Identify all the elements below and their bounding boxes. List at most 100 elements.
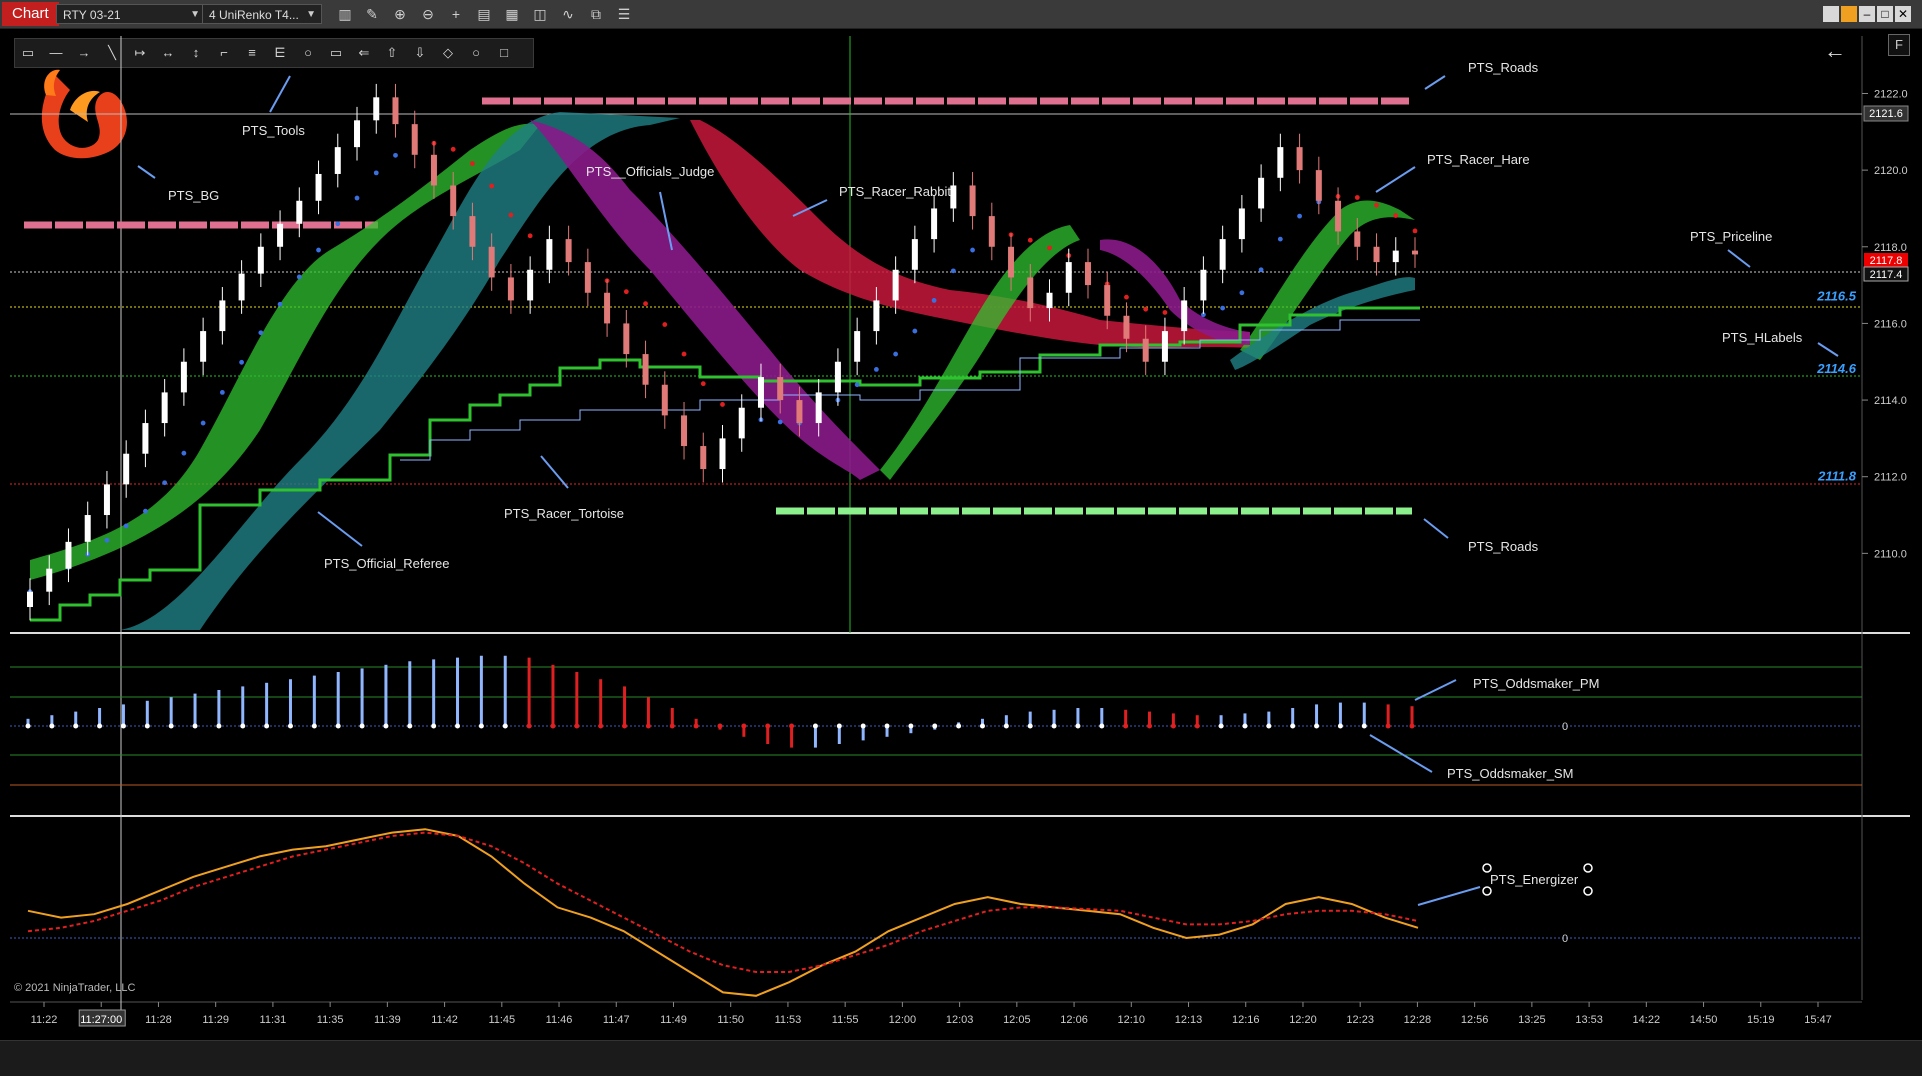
bid-price-text: 2117.4 (1870, 269, 1903, 281)
red-dot (1162, 310, 1168, 315)
label-officials-judge: PTS__Officials_Judge (586, 164, 714, 179)
time-tick-label: 14:22 (1633, 1014, 1661, 1026)
price-bar (1084, 262, 1091, 286)
arrow-energizer (1417, 886, 1481, 906)
oddsmaker-dot (264, 723, 270, 729)
price-tick-label: 2110.0 (1874, 548, 1907, 560)
oddsmaker-dot (1147, 723, 1153, 729)
arrow-racer-tortoise (540, 455, 569, 489)
price-tick-label: 2116.0 (1874, 318, 1907, 330)
oddsmaker-dot (1290, 723, 1296, 729)
oddsmaker-dot (669, 723, 675, 729)
oddsmaker-dot (192, 723, 198, 729)
oddsmaker-dot (908, 723, 914, 729)
oddsmaker-dot (812, 723, 818, 729)
time-tick-label: 11:49 (660, 1014, 687, 1026)
oddsmaker-dot (73, 723, 79, 729)
oddsmaker-dot (645, 723, 651, 729)
label-racer-rabbit: PTS_Racer_Rabbit (839, 184, 951, 199)
oddsmaker-dot (311, 723, 317, 729)
blue-dot (893, 351, 899, 357)
blue-dot (277, 301, 283, 307)
label-tools: PTS_Tools (242, 123, 305, 138)
price-bar (354, 120, 361, 148)
oddsmaker-dot (1123, 723, 1129, 729)
blue-dot (912, 328, 918, 334)
red-dot (1027, 237, 1033, 243)
blue-dot (1258, 267, 1264, 273)
price-bar (1258, 177, 1265, 209)
oddsmaker-dot (240, 723, 246, 729)
price-bar (373, 97, 380, 121)
hlabel-value: 2111.8 (1817, 468, 1857, 483)
price-bar (1412, 250, 1418, 255)
label-bg: PTS_BG (168, 188, 219, 203)
time-tick-label: 12:03 (946, 1014, 974, 1026)
price-bar (1315, 170, 1322, 201)
energizer-zero-tick: 0 (1562, 933, 1568, 945)
price-bar (623, 323, 630, 355)
time-tick-label: 12:16 (1232, 1014, 1260, 1026)
blue-dot (873, 367, 879, 372)
price-bar (161, 392, 168, 424)
last-price-text: 2117.8 (1870, 255, 1903, 267)
red-dot (700, 381, 706, 387)
price-bar (200, 331, 207, 362)
arrow-bg (137, 165, 156, 179)
label-racer-tortoise: PTS_Racer_Tortoise (504, 506, 624, 521)
time-tick-label: 12:28 (1404, 1014, 1432, 1026)
price-tick-label: 2114.0 (1874, 395, 1907, 407)
blue-dot (296, 274, 302, 280)
price-tick-label: 2118.0 (1874, 242, 1907, 254)
oddsmaker-dot (1194, 723, 1200, 729)
blue-dot (970, 247, 975, 253)
price-bar (257, 246, 264, 274)
red-dot (527, 233, 533, 239)
blue-dot (123, 523, 129, 529)
blue-dot-average (27, 152, 1322, 595)
label-oddsmaker-pm: PTS_Oddsmaker_PM (1473, 676, 1599, 691)
blue-dot (354, 195, 360, 201)
oddsmaker-dot (979, 723, 985, 729)
red-dot (1143, 306, 1149, 312)
oddsmaker-dot (1361, 723, 1367, 729)
oddsmaker-dot (765, 723, 771, 729)
price-bar (854, 331, 861, 362)
label-official-referee: PTS_Official_Referee (324, 556, 450, 571)
time-tick-label: 14:50 (1690, 1014, 1718, 1026)
blue-dot (393, 152, 398, 158)
time-tick-label: 11:47 (603, 1014, 630, 1026)
chart-canvas[interactable]: 2122.0 2120.0 2118.0 2116.0 2114.0 2112.0 2110… (0, 0, 1922, 1040)
red-dot (1393, 213, 1399, 218)
red-dot (1047, 245, 1052, 251)
blue-dot (239, 359, 244, 365)
label-hlabels: PTS_HLabels (1722, 330, 1803, 345)
price-bar (238, 273, 245, 301)
red-dot (508, 212, 514, 218)
price-bar (46, 568, 53, 592)
price-bar (507, 277, 514, 301)
oddsmaker-dot (1314, 723, 1320, 729)
red-dot (470, 161, 475, 166)
crosshair-price-text: 2121.6 (1869, 108, 1903, 120)
price-bar (565, 239, 572, 263)
time-tick-label: 11:45 (488, 1014, 515, 1026)
time-tick-label: 11:35 (317, 1014, 344, 1026)
oddsmaker-dot (478, 723, 484, 729)
oddsmaker-dot (407, 723, 413, 729)
time-tick-label: 11:27:00 (80, 1014, 122, 1026)
price-bar (1123, 315, 1130, 339)
arrow-roads-bottom (1423, 518, 1449, 539)
blue-dot (777, 419, 783, 425)
oddsmaker-dot (598, 723, 604, 729)
oddsmaker-histogram (25, 655, 1415, 748)
time-tick-label: 11:31 (260, 1014, 287, 1026)
time-tick-label: 12:05 (1003, 1014, 1031, 1026)
price-bar (1238, 208, 1245, 240)
arrow-tools (269, 75, 291, 113)
oddsmaker-dot (622, 723, 628, 729)
oddsmaker-dot (956, 723, 962, 729)
energizer-main-line (27, 828, 1419, 997)
price-bar (757, 377, 764, 408)
arrow-roads-top (1424, 75, 1446, 90)
